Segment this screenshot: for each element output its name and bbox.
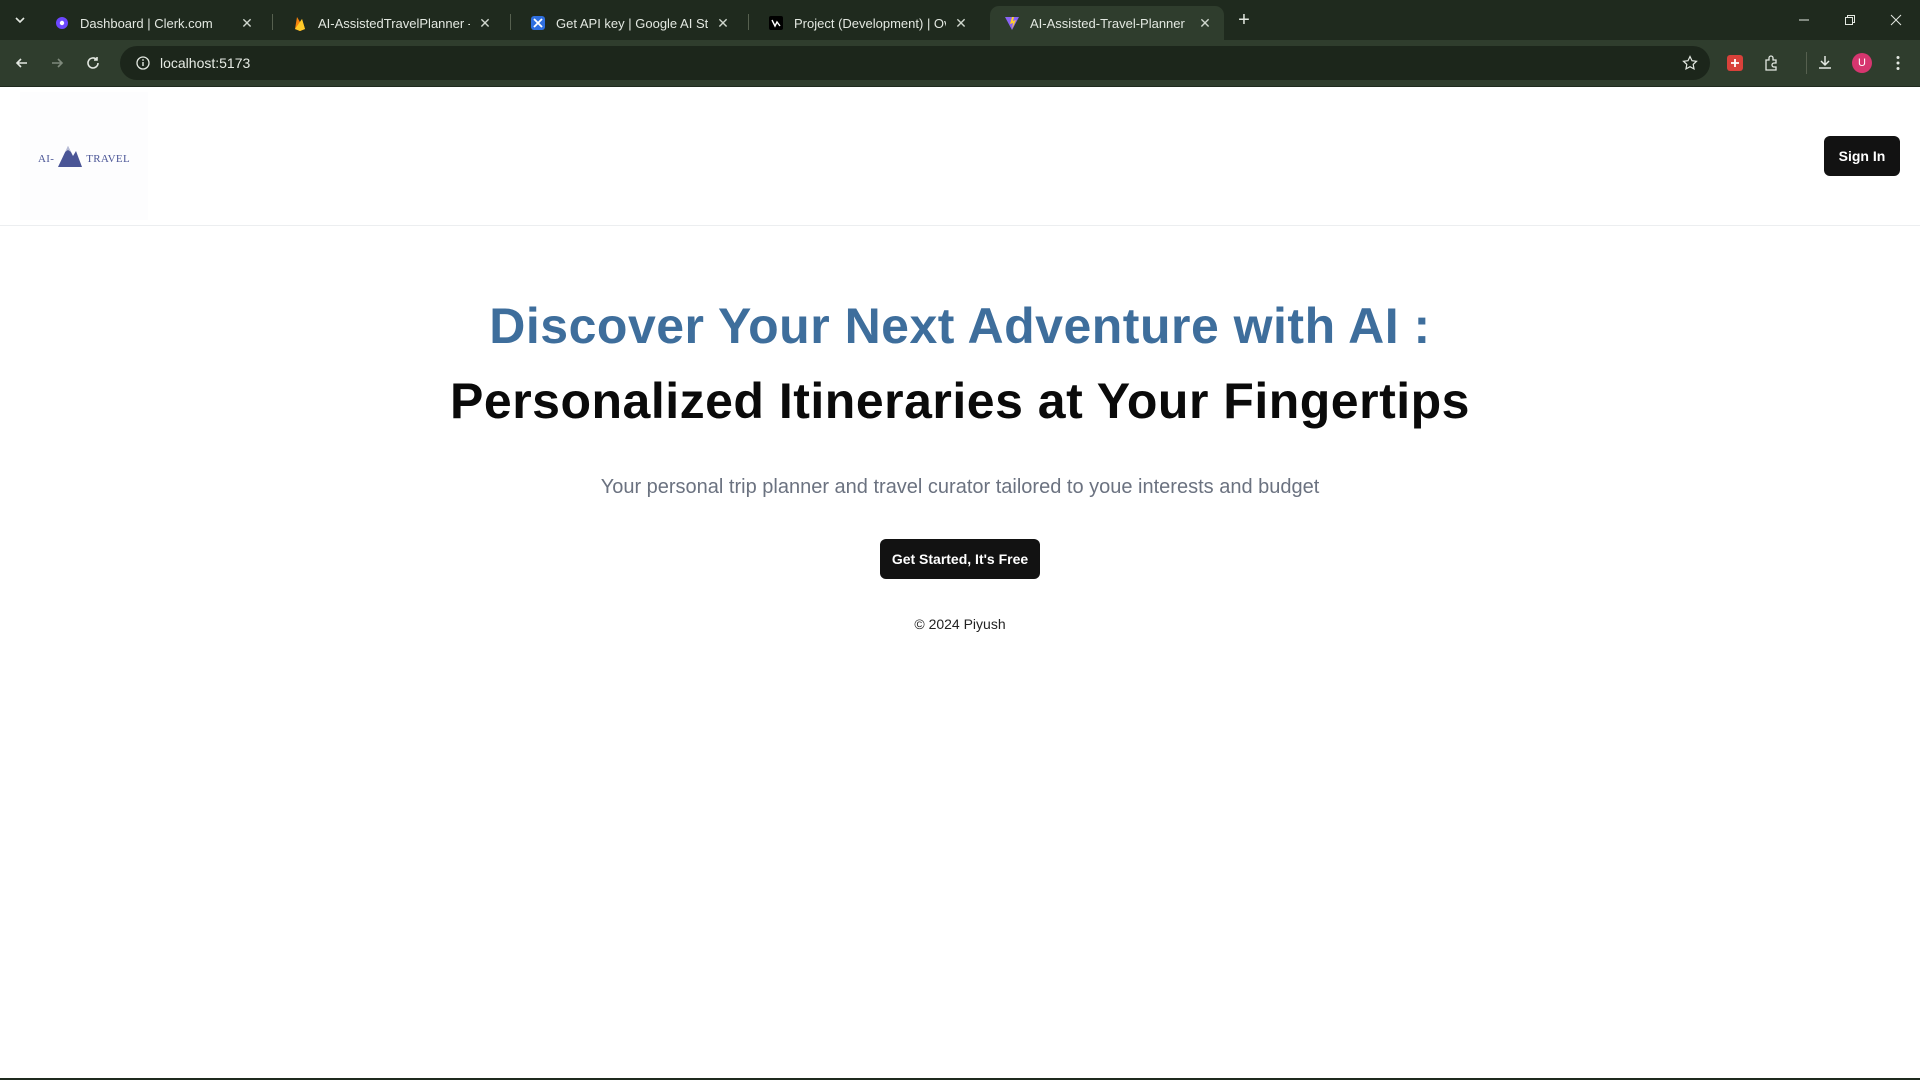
sign-in-button[interactable]: Sign In <box>1824 136 1900 176</box>
site-header: AI- TRAVEL Sign In <box>0 87 1920 226</box>
restore-icon <box>1845 15 1855 25</box>
arrow-right-icon <box>52 58 64 68</box>
site-logo[interactable]: AI- TRAVEL <box>20 92 148 220</box>
minimize-button[interactable] <box>1781 0 1827 40</box>
extensions-puzzle-icon[interactable] <box>1761 52 1783 74</box>
address-bar[interactable]: localhost:5173 <box>120 46 1710 80</box>
tab-travel-planner-active[interactable]: AI-Assisted-Travel-Planner ✕ <box>990 6 1224 40</box>
close-window-button[interactable] <box>1873 0 1919 40</box>
get-started-button[interactable]: Get Started, It's Free <box>880 539 1040 579</box>
tab-firebase-console[interactable]: AI-AssistedTravelPlanner - Clou ✕ <box>278 6 504 40</box>
new-tab-button[interactable]: + <box>1232 8 1256 32</box>
tab-separator <box>748 14 749 30</box>
ai-studio-icon <box>530 15 546 31</box>
toolbar-separator <box>1806 52 1807 74</box>
close-icon[interactable]: ✕ <box>714 14 732 32</box>
url-text: localhost:5173 <box>160 55 251 71</box>
close-icon[interactable]: ✕ <box>952 14 970 32</box>
tab-title: Get API key | Google AI Studio <box>556 15 708 31</box>
browser-menu-icon[interactable] <box>1887 52 1909 74</box>
logo-text-left: AI- <box>38 153 55 165</box>
downloads-icon[interactable] <box>1814 52 1836 74</box>
firebase-icon <box>292 15 308 31</box>
page-content: AI- TRAVEL Sign In Discover Your Next Ad… <box>0 87 1920 1080</box>
close-icon <box>1890 14 1902 26</box>
tab-vercel-project[interactable]: Project (Development) | Overvi ✕ <box>754 6 980 40</box>
tab-title: AI-AssistedTravelPlanner - Clou <box>318 15 470 31</box>
tab-title: Dashboard | Clerk.com <box>80 15 213 31</box>
tab-google-ai-studio[interactable]: Get API key | Google AI Studio ✕ <box>516 6 742 40</box>
restore-button[interactable] <box>1827 0 1873 40</box>
tab-separator <box>272 14 273 30</box>
hero-subtitle: Your personal trip planner and travel cu… <box>600 476 1320 498</box>
mountain-logo-icon <box>58 146 83 167</box>
bookmark-star-icon[interactable] <box>1680 53 1700 73</box>
logo-mark: AI- TRAVEL <box>38 144 130 168</box>
profile-avatar[interactable]: U <box>1852 53 1872 73</box>
tab-clerk-dashboard[interactable]: Dashboard | Clerk.com ✕ <box>40 6 266 40</box>
tab-title: Project (Development) | Overvi <box>794 15 946 31</box>
close-icon[interactable]: ✕ <box>476 14 494 32</box>
back-button[interactable] <box>10 51 34 75</box>
reload-button[interactable] <box>81 51 105 75</box>
plus-icon: + <box>1238 8 1250 31</box>
vercel-icon <box>768 15 784 31</box>
forward-button[interactable] <box>45 51 69 75</box>
arrow-left-icon <box>15 58 27 68</box>
tab-separator <box>510 14 511 30</box>
tab-title: AI-Assisted-Travel-Planner <box>1030 15 1185 31</box>
tab-strip: Dashboard | Clerk.com ✕ AI-AssistedTrave… <box>0 0 1920 40</box>
extension-red-icon[interactable] <box>1724 52 1746 74</box>
reload-icon <box>87 57 99 69</box>
hero-title-line1: Discover Your Next Adventure with AI : <box>489 298 1431 354</box>
browser-toolbar: localhost:5173 U <box>0 40 1920 87</box>
footer-copyright: © 2024 Piyush <box>914 616 1006 632</box>
minimize-icon <box>1799 19 1809 21</box>
chevron-down-icon <box>15 17 25 24</box>
close-icon[interactable]: ✕ <box>238 14 256 32</box>
logo-text-right: TRAVEL <box>86 153 130 165</box>
site-info-icon[interactable] <box>126 46 160 80</box>
hero-title-line2: Personalized Itineraries at Your Fingert… <box>450 373 1470 429</box>
vite-icon <box>1004 15 1020 31</box>
close-icon[interactable]: ✕ <box>1196 14 1214 32</box>
clerk-icon <box>54 15 70 31</box>
tab-search-button[interactable] <box>8 8 32 32</box>
